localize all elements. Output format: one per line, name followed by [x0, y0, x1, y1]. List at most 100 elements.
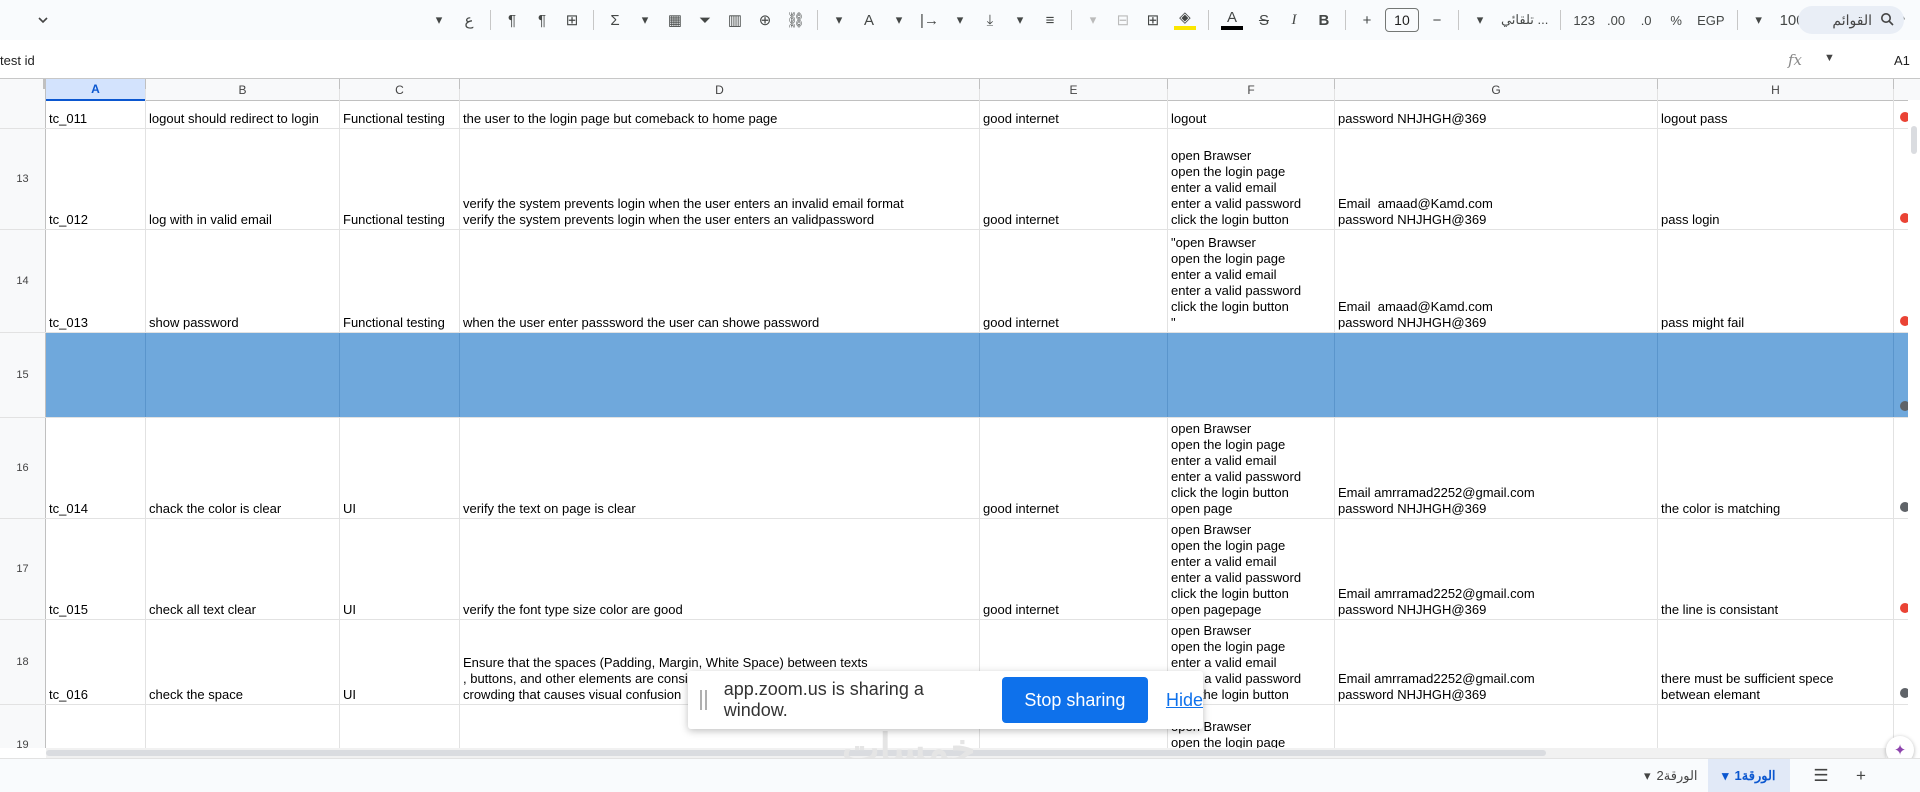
sheet-tab-2[interactable]: ▾ الورقة2 — [1630, 759, 1712, 792]
menu-icon[interactable]: ☰ — [1810, 765, 1832, 787]
cell-e[interactable]: good internet — [980, 418, 1168, 518]
cell-h[interactable]: pass might fail — [1658, 230, 1894, 332]
borders-icon[interactable]: ⊞ — [1141, 6, 1165, 34]
italic-button[interactable]: I — [1282, 6, 1306, 34]
cell-c[interactable]: UI — [340, 418, 460, 518]
cell-a[interactable]: tc_015 — [46, 519, 146, 619]
row-header[interactable]: 19 — [0, 705, 46, 748]
sheet-tab-dropdown-icon[interactable]: ▾ — [1722, 768, 1729, 784]
cell-c[interactable]: Functional testing — [340, 230, 460, 332]
row-header[interactable]: 14 — [0, 230, 46, 332]
fill-color-icon[interactable]: ◈ — [1171, 6, 1199, 34]
more-options-dropdown-icon[interactable]: ▾ — [427, 6, 451, 34]
cell-b[interactable]: chack the color is clear — [146, 418, 340, 518]
cell-d[interactable]: the user to the login page but comeback … — [460, 89, 980, 128]
cell-f[interactable] — [1168, 333, 1335, 417]
cell-h[interactable]: the color is matching — [1658, 418, 1894, 518]
filter-icon[interactable]: ⏷ — [693, 6, 717, 34]
cell-f[interactable]: "open Brawser open the login page enter … — [1168, 230, 1335, 332]
cell-f[interactable]: open Brawser open the login page enter a… — [1168, 519, 1335, 619]
cell-e[interactable]: good internet — [980, 519, 1168, 619]
cell-c[interactable]: UI — [340, 620, 460, 704]
increase-decimals-button[interactable]: .00 — [1604, 6, 1628, 34]
cell-h[interactable]: logout pass — [1658, 89, 1894, 128]
cell-h[interactable] — [1658, 333, 1894, 417]
cell-c[interactable]: UI — [340, 519, 460, 619]
text-color-icon[interactable]: A — [1218, 6, 1246, 34]
comment-icon[interactable]: ⊕ — [753, 6, 777, 34]
cell-c[interactable] — [340, 705, 460, 748]
cell-a[interactable] — [46, 705, 146, 748]
cell-e[interactable] — [980, 333, 1168, 417]
cell-a[interactable]: tc_013 — [46, 230, 146, 332]
horizontal-scroll-thumb[interactable] — [46, 750, 1546, 756]
chevron-down-icon[interactable] — [32, 9, 54, 31]
cell-b[interactable]: check the space — [146, 620, 340, 704]
text-rotation-icon[interactable]: A — [857, 6, 881, 34]
percent-format-button[interactable]: % — [1664, 6, 1688, 34]
cell-b[interactable]: show password — [146, 230, 340, 332]
cell-e[interactable]: good internet — [980, 89, 1168, 128]
merge-dropdown-icon[interactable]: ▾ — [1081, 6, 1105, 34]
cell-e[interactable]: good internet — [980, 230, 1168, 332]
cell-g[interactable]: Email amaad@Kamd.com password NHJHGH@369 — [1335, 129, 1658, 229]
cell-d[interactable] — [460, 333, 980, 417]
font-dropdown-icon[interactable]: ▾ — [1468, 6, 1492, 34]
cell-g[interactable]: Email amrramad2252@gmail.com password NH… — [1335, 418, 1658, 518]
horizontal-align-icon[interactable]: ≡ — [1038, 6, 1062, 34]
vertical-align-icon[interactable]: ⤓ — [978, 6, 1002, 34]
cell-a[interactable] — [46, 333, 146, 417]
cell-d[interactable]: verify the system prevents login when th… — [460, 129, 980, 229]
cell-d[interactable]: verify the font type size color are good — [460, 519, 980, 619]
sheet-tab-1[interactable]: ▾ الورقة1 — [1708, 759, 1790, 792]
formula-input[interactable]: test id — [0, 53, 35, 68]
cell-a[interactable]: tc_016 — [46, 620, 146, 704]
rtl-direction-icon[interactable]: ¶ — [500, 6, 524, 34]
rotation-dropdown-icon[interactable]: ▾ — [827, 6, 851, 34]
halign-dropdown-icon[interactable]: ▾ — [1008, 6, 1032, 34]
wrap-dropdown-icon[interactable]: ▾ — [887, 6, 911, 34]
cell-c[interactable]: Functional testing — [340, 129, 460, 229]
cell-g[interactable]: password NHJHGH@369 — [1335, 89, 1658, 128]
cell-h[interactable]: the line is consistant — [1658, 519, 1894, 619]
zoom-dropdown-icon[interactable]: ▾ — [1747, 6, 1771, 34]
cell-b[interactable] — [146, 333, 340, 417]
row-header[interactable]: 17 — [0, 519, 46, 619]
cell-a[interactable]: tc_011 — [46, 89, 146, 128]
arabic-input-button[interactable]: ع — [457, 6, 481, 34]
cell-g[interactable] — [1335, 333, 1658, 417]
cell-h[interactable]: there must be sufficient spece betwean e… — [1658, 620, 1894, 704]
sheet-tab-dropdown-icon[interactable]: ▾ — [1644, 768, 1651, 784]
increase-font-size-button[interactable]: + — [1355, 6, 1379, 34]
cell-c[interactable] — [340, 333, 460, 417]
font-family-select[interactable]: تلقائي ... — [1498, 6, 1551, 34]
cell-d[interactable]: verify the text on page is clear — [460, 418, 980, 518]
vertical-scrollbar[interactable] — [1908, 100, 1920, 748]
functions-dropdown-icon[interactable]: ▾ — [633, 6, 657, 34]
name-box-dropdown-icon[interactable]: ▼ — [1824, 52, 1835, 64]
number-format-button[interactable]: 123 — [1570, 6, 1598, 34]
sheet-grid[interactable]: ABCDEFGH tc_011 logout should redirect to… — [0, 78, 1920, 748]
drag-handle-icon[interactable] — [700, 690, 710, 710]
row-header[interactable]: 16 — [0, 418, 46, 518]
cell-f[interactable]: logout — [1168, 89, 1335, 128]
cell-f[interactable]: open Brawser open the login page enter a… — [1168, 418, 1335, 518]
link-icon[interactable]: ⛓ — [783, 6, 808, 34]
hide-link[interactable]: Hide — [1166, 690, 1203, 711]
decrease-font-size-button[interactable]: − — [1425, 6, 1449, 34]
functions-icon[interactable]: Σ — [603, 6, 627, 34]
cell-a[interactable]: tc_012 — [46, 129, 146, 229]
cell-g[interactable]: Email amrramad2252@gmail.com password NH… — [1335, 620, 1658, 704]
decrease-decimals-button[interactable]: .0 — [1634, 6, 1658, 34]
currency-format-button[interactable]: EGP — [1694, 6, 1727, 34]
cell-e[interactable]: good internet — [980, 129, 1168, 229]
row-header[interactable] — [0, 89, 46, 128]
row-header[interactable]: 13 — [0, 129, 46, 229]
row-header[interactable]: 15 — [0, 333, 46, 417]
row-header[interactable]: 18 — [0, 620, 46, 704]
table-view-icon[interactable]: ▦ — [663, 6, 687, 34]
ltr-direction-icon[interactable]: ¶ — [530, 6, 554, 34]
cell-c[interactable]: Functional testing — [340, 89, 460, 128]
valign-dropdown-icon[interactable]: ▾ — [948, 6, 972, 34]
cell-d[interactable]: when the user enter passsword the user c… — [460, 230, 980, 332]
